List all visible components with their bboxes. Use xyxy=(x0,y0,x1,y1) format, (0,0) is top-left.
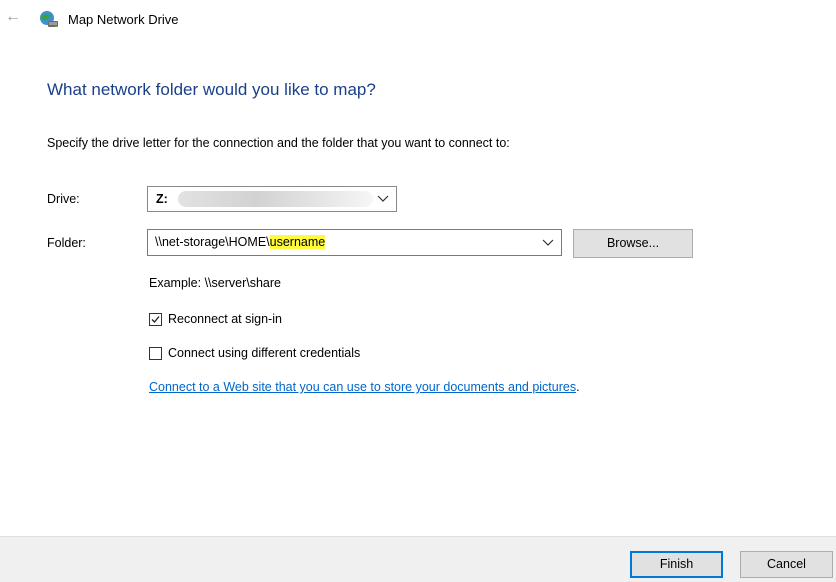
instruction-text: Specify the drive letter for the connect… xyxy=(47,136,510,150)
folder-path-highlight: username xyxy=(269,235,326,249)
folder-value: \\net-storage\HOME\username xyxy=(155,235,326,249)
folder-label: Folder: xyxy=(47,236,86,250)
footer-bar: Finish Cancel xyxy=(0,536,836,582)
drive-value: Z: xyxy=(156,192,168,206)
reconnect-option[interactable]: Reconnect at sign-in xyxy=(149,312,282,326)
web-link-period: . xyxy=(576,380,580,394)
page-heading: What network folder would you like to ma… xyxy=(47,80,376,99)
chevron-down-icon[interactable] xyxy=(376,191,390,205)
cancel-button[interactable]: Cancel xyxy=(740,551,833,578)
web-link-row: Connect to a Web site that you can use t… xyxy=(149,380,580,394)
network-drive-icon xyxy=(39,10,59,30)
title-bar: ← Map Network Drive xyxy=(0,0,836,40)
credentials-option[interactable]: Connect using different credentials xyxy=(149,346,360,360)
credentials-checkbox[interactable] xyxy=(149,346,162,360)
folder-input[interactable]: \\net-storage\HOME\username xyxy=(147,229,562,256)
back-arrow-icon[interactable]: ← xyxy=(5,9,21,25)
redacted-area xyxy=(178,191,373,207)
drive-select[interactable]: Z: xyxy=(147,186,397,212)
reconnect-label: Reconnect at sign-in xyxy=(168,312,282,326)
window-title: Map Network Drive xyxy=(68,12,179,27)
drive-label: Drive: xyxy=(47,192,80,206)
web-site-link[interactable]: Connect to a Web site that you can use t… xyxy=(149,380,576,394)
chevron-down-icon[interactable] xyxy=(541,235,555,249)
example-text: Example: \\server\share xyxy=(149,276,281,290)
credentials-label: Connect using different credentials xyxy=(168,346,361,360)
folder-path-prefix: \\net-storage\HOME\ xyxy=(155,235,270,249)
finish-button[interactable]: Finish xyxy=(630,551,723,578)
browse-button[interactable]: Browse... xyxy=(573,229,693,258)
reconnect-checkbox[interactable] xyxy=(149,312,162,326)
